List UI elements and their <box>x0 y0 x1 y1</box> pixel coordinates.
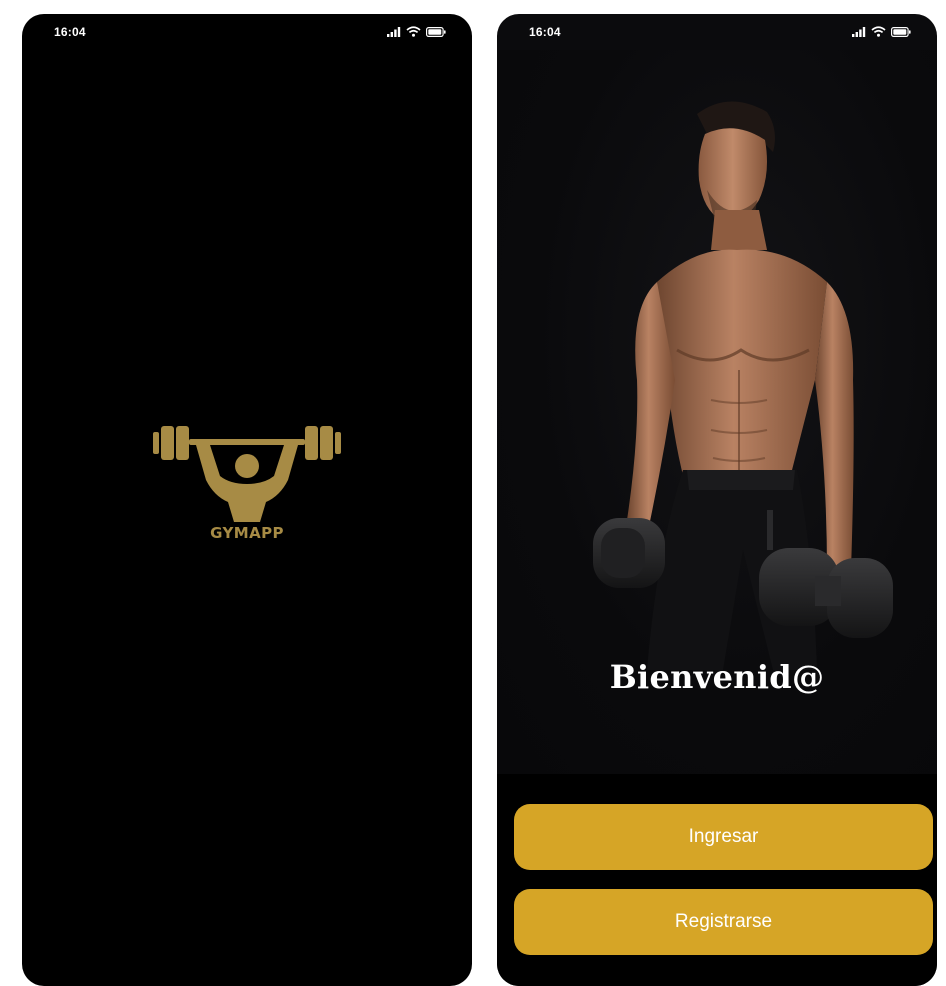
splash-screen: 16:04 GYMAPP <box>22 14 472 986</box>
status-icons <box>387 26 446 37</box>
status-icons <box>852 26 911 37</box>
gymapp-logo: GYMAPP <box>152 412 342 562</box>
signal-icon <box>387 26 401 37</box>
status-time: 16:04 <box>529 25 561 39</box>
welcome-title: Bienvenid@ <box>609 658 825 696</box>
wifi-icon <box>871 26 886 37</box>
battery-icon <box>426 26 446 37</box>
status-bar: 16:04 <box>22 14 472 50</box>
signal-icon <box>852 26 866 37</box>
status-bar: 16:04 <box>497 14 937 50</box>
wifi-icon <box>406 26 421 37</box>
status-time: 16:04 <box>54 25 86 39</box>
logo-text: GYMAPP <box>210 524 284 542</box>
login-button[interactable]: Ingresar <box>514 804 933 870</box>
welcome-screen: 16:04 Bienvenid@ Ingresar Registrarse <box>497 14 937 986</box>
register-button[interactable]: Registrarse <box>514 889 933 955</box>
weightlifter-logo-icon <box>153 426 341 522</box>
app-screens-canvas: 16:04 GYMAPP 16:04 Bienvenid@ Ingresar R… <box>0 0 946 986</box>
battery-icon <box>891 26 911 37</box>
